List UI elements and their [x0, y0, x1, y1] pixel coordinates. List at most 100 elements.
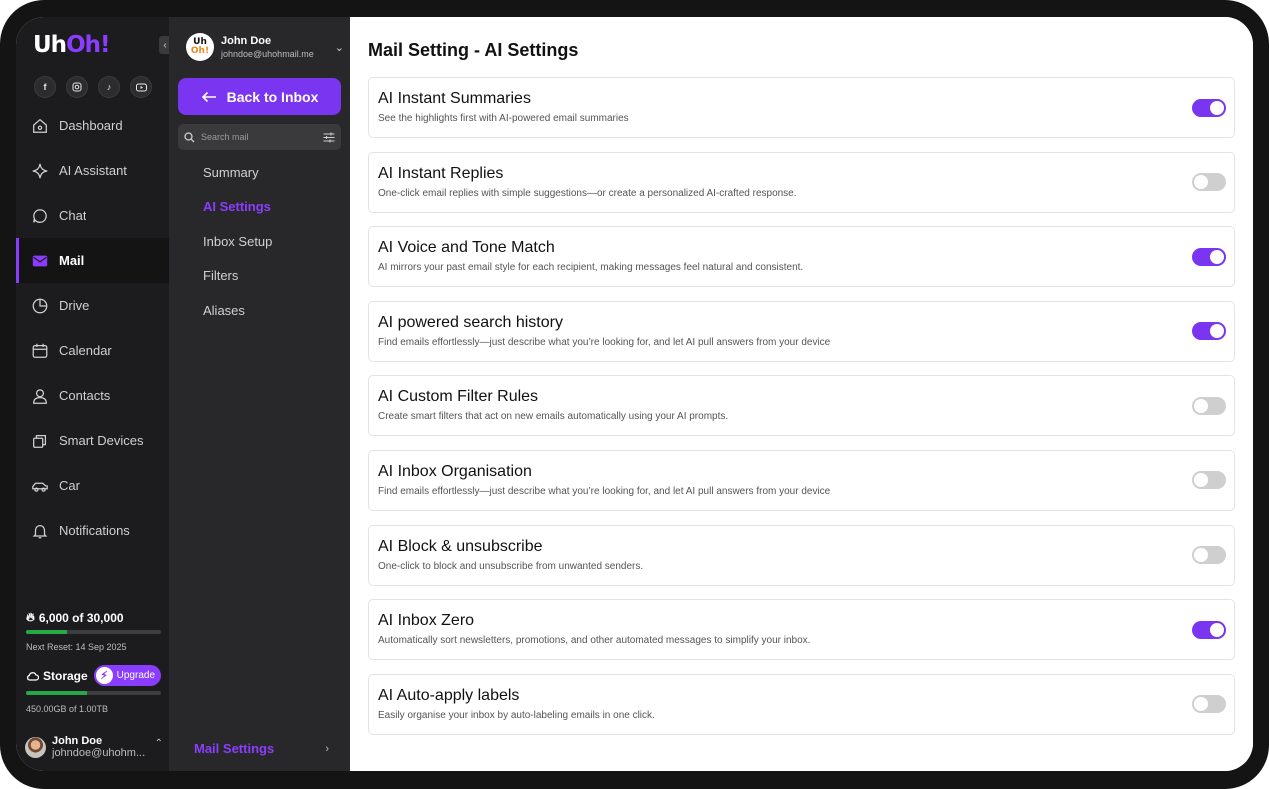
- nav-item-calendar[interactable]: Calendar: [16, 328, 169, 373]
- main-content: Mail Setting - AI Settings AI Instant Su…: [350, 17, 1253, 771]
- setting-description: Find emails effortlessly—just describe w…: [378, 485, 831, 497]
- nav-label: Smart Devices: [59, 433, 144, 448]
- mail-sidebar: Uh Oh! John Doe johndoe@uhohmail.me ⌄ Ba…: [169, 17, 350, 771]
- credits-row: 🔥︎ 6,000 of 30,000: [26, 610, 161, 625]
- mail-icon: [32, 255, 48, 266]
- flame-icon: 🔥︎: [26, 610, 35, 624]
- nav-label: Drive: [59, 298, 90, 313]
- cloud-icon: [27, 671, 39, 681]
- upgrade-button[interactable]: ⚡︎ Upgrade: [93, 665, 161, 686]
- toggle-switch[interactable]: [1192, 546, 1226, 565]
- chevron-down-icon[interactable]: ⌄: [335, 41, 344, 54]
- arrow-left-icon: [201, 91, 216, 102]
- nav-item-chat[interactable]: Chat: [16, 193, 169, 238]
- bell-icon: [32, 524, 48, 538]
- nav-item-smart-devices[interactable]: Smart Devices: [16, 418, 169, 463]
- storage-label-wrap: Storage: [26, 669, 88, 683]
- toggle-switch[interactable]: [1192, 98, 1226, 117]
- setting-card-ai-block-unsubscribe: AI Block & unsubscribe One-click to block…: [368, 524, 1235, 586]
- setting-title: AI Instant Replies: [378, 164, 504, 182]
- back-to-inbox-button[interactable]: Back to Inbox: [178, 78, 341, 115]
- device-frame: UhOh! ‹ f ♪ Dashboard AI Assistant Chat …: [0, 0, 1269, 789]
- user-icon: [33, 388, 47, 404]
- setting-title: AI Auto-apply labels: [378, 686, 520, 704]
- app-screen: UhOh! ‹ f ♪ Dashboard AI Assistant Chat …: [16, 17, 1253, 771]
- nav-label: Notifications: [59, 523, 130, 538]
- logo-text-uh: Uh: [33, 32, 67, 58]
- instagram-icon[interactable]: [66, 76, 88, 98]
- mail-nav-aliases[interactable]: Aliases: [203, 293, 272, 328]
- chevron-right-icon: ›: [325, 742, 329, 755]
- setting-card-ai-voice-and-tone-match: AI Voice and Tone Match AI mirrors your p…: [368, 226, 1235, 288]
- setting-title: AI Inbox Organisation: [378, 462, 532, 480]
- account-name: John Doe: [221, 35, 272, 47]
- toggle-switch[interactable]: [1192, 620, 1226, 639]
- toggle-switch[interactable]: [1192, 247, 1226, 266]
- nav-item-contacts[interactable]: Contacts: [16, 373, 169, 418]
- nav-item-drive[interactable]: Drive: [16, 283, 169, 328]
- storage-progress-fill: [26, 691, 87, 695]
- tiktok-icon[interactable]: ♪: [98, 76, 120, 98]
- setting-card-ai-powered-search-history: AI powered search history Find emails eff…: [368, 300, 1235, 362]
- nav-label: Calendar: [59, 343, 112, 358]
- nav-label: AI Assistant: [59, 163, 127, 178]
- sidebar-user[interactable]: John Doe johndoe@uhohm... ⌃: [25, 735, 163, 759]
- chevron-up-icon[interactable]: ⌃: [155, 738, 163, 749]
- nav-label: Car: [59, 478, 80, 493]
- nav-list: Dashboard AI Assistant Chat Mail Drive C…: [16, 103, 169, 553]
- setting-description: One-click to block and unsubscribe from …: [378, 560, 644, 572]
- toggle-switch[interactable]: [1192, 173, 1226, 192]
- account-switcher[interactable]: Uh Oh! John Doe johndoe@uhohmail.me ⌄: [186, 33, 344, 61]
- setting-title: AI powered search history: [378, 313, 563, 331]
- toggle-switch[interactable]: [1192, 695, 1226, 714]
- setting-title: AI Inbox Zero: [378, 612, 475, 630]
- app-logo[interactable]: UhOh!: [33, 32, 110, 58]
- car-icon: [32, 482, 48, 492]
- youtube-icon[interactable]: [130, 76, 152, 98]
- chat-icon: [33, 208, 47, 223]
- mail-nav-summary[interactable]: Summary: [203, 155, 272, 190]
- mail-settings-link[interactable]: Mail Settings ›: [194, 741, 329, 756]
- storage-progress: [26, 691, 161, 695]
- toggle-switch[interactable]: [1192, 471, 1226, 490]
- page-title: Mail Setting - AI Settings: [368, 40, 579, 60]
- credits-progress-fill: [26, 630, 67, 634]
- nav-item-car[interactable]: Car: [16, 463, 169, 508]
- mail-nav-ai-settings[interactable]: AI Settings: [203, 190, 272, 225]
- settings-list: AI Instant Summaries See the highlights f…: [368, 77, 1235, 748]
- nav-item-notifications[interactable]: Notifications: [16, 508, 169, 553]
- setting-description: Find emails effortlessly—just describe w…: [378, 336, 831, 348]
- setting-title: AI Custom Filter Rules: [378, 388, 539, 406]
- filter-sliders-icon[interactable]: [323, 132, 335, 143]
- setting-description: One-click email replies with simple sugg…: [378, 187, 797, 199]
- mail-settings-label: Mail Settings: [194, 741, 275, 756]
- usage-panel: 🔥︎ 6,000 of 30,000 Next Reset: 14 Sep 20…: [26, 610, 161, 714]
- home-icon: [33, 118, 47, 133]
- setting-card-ai-instant-replies: AI Instant Replies One-click email replie…: [368, 151, 1235, 213]
- setting-card-ai-auto-apply-labels: AI Auto-apply labels Easily organise your…: [368, 673, 1235, 735]
- setting-title: AI Voice and Tone Match: [378, 239, 555, 257]
- mail-nav-inbox-setup[interactable]: Inbox Setup: [203, 224, 272, 259]
- nav-item-ai-assistant[interactable]: AI Assistant: [16, 148, 169, 193]
- calendar-icon: [32, 343, 48, 358]
- primary-sidebar: UhOh! ‹ f ♪ Dashboard AI Assistant Chat …: [16, 17, 171, 771]
- facebook-icon[interactable]: f: [34, 76, 56, 98]
- credits-progress: [26, 630, 161, 634]
- toggle-switch[interactable]: [1192, 322, 1226, 341]
- nav-item-dashboard[interactable]: Dashboard: [16, 103, 169, 148]
- nav-label: Contacts: [59, 388, 111, 403]
- search-input[interactable]: [201, 132, 317, 142]
- setting-description: Automatically sort newsletters, promotio…: [378, 635, 811, 647]
- sparkle-icon: [32, 163, 48, 178]
- toggle-switch[interactable]: [1192, 396, 1226, 415]
- back-to-inbox-label: Back to Inbox: [226, 88, 319, 105]
- setting-card-ai-instant-summaries: AI Instant Summaries See the highlights f…: [368, 77, 1235, 138]
- account-avatar: Uh Oh!: [186, 33, 214, 61]
- storage-label: Storage: [43, 668, 88, 683]
- logo-text-oh: Oh!: [66, 32, 110, 58]
- mail-nav-filters[interactable]: Filters: [203, 259, 272, 294]
- setting-description: See the highlights first with AI-powered…: [378, 113, 629, 124]
- nav-item-mail[interactable]: Mail: [16, 238, 169, 283]
- lightning-icon: ⚡︎: [95, 667, 113, 684]
- search-bar: [178, 124, 341, 150]
